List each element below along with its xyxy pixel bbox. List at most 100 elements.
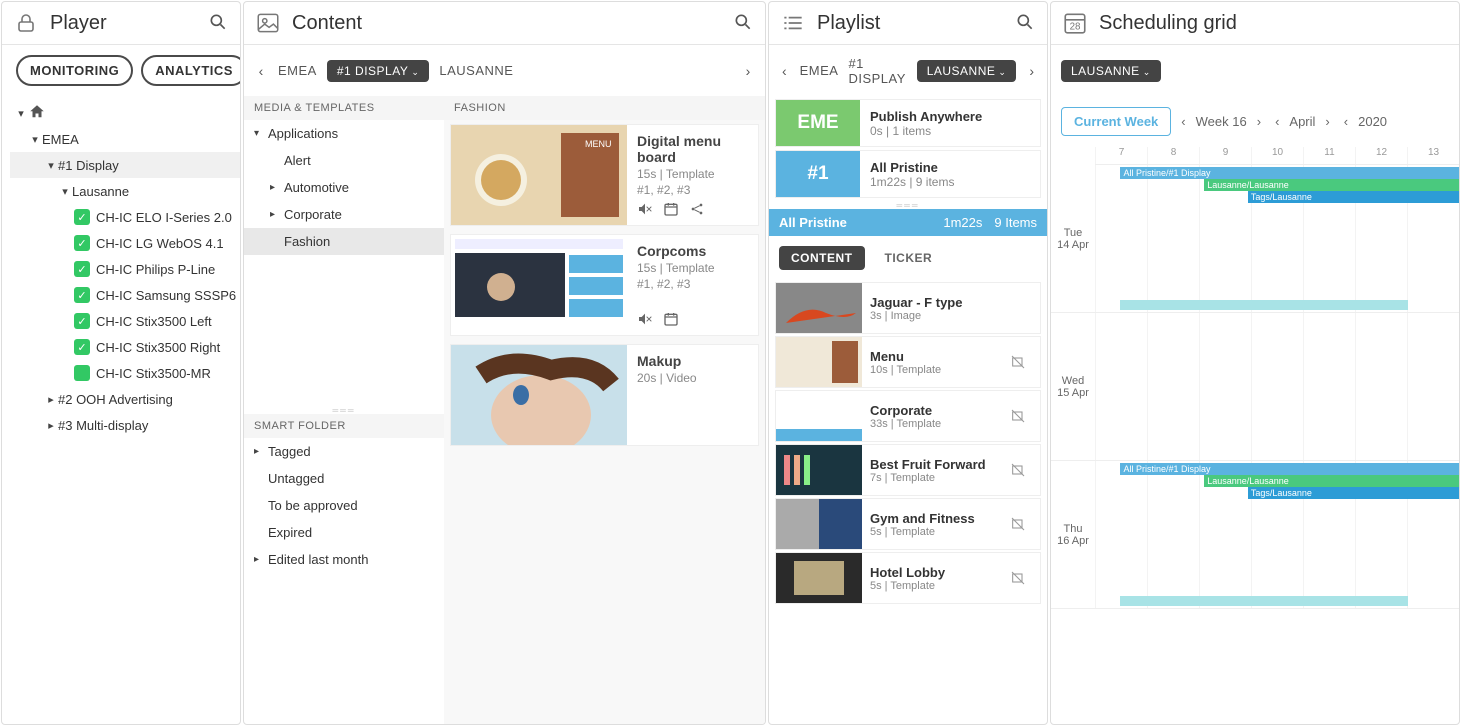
breadcrumb-item-active[interactable]: LAUSANNE⌄: [1061, 60, 1161, 82]
schedule-band[interactable]: Lausanne/Lausanne: [1204, 475, 1459, 487]
day-cells[interactable]: [1095, 313, 1459, 460]
chevron-left-icon[interactable]: ‹: [1271, 114, 1283, 129]
smart-tobeapproved[interactable]: To be approved: [244, 492, 444, 519]
tree-label: EMEA: [42, 132, 79, 147]
disabled-icon[interactable]: [1010, 354, 1040, 370]
analytics-button[interactable]: ANALYTICS: [141, 55, 241, 86]
monitoring-button[interactable]: MONITORING: [16, 55, 133, 86]
tab-content[interactable]: CONTENT: [779, 246, 865, 270]
chevron-left-icon[interactable]: ‹: [254, 63, 268, 79]
chevron-right-icon[interactable]: ›: [1253, 114, 1265, 129]
smart-untagged[interactable]: Untagged: [244, 465, 444, 492]
item-title: Best Fruit Forward: [870, 457, 1002, 472]
breadcrumb-item[interactable]: LAUSANNE: [439, 63, 513, 78]
media-card[interactable]: Corpcoms 15s | Template #1, #2, #3: [450, 234, 759, 336]
thumbnail: [776, 283, 862, 333]
resize-handle-icon[interactable]: ═══: [769, 201, 1047, 209]
search-icon[interactable]: [208, 12, 230, 34]
playlist-card[interactable]: #1 All Pristine1m22s | 9 items: [775, 150, 1041, 198]
tree-node-display1[interactable]: ▾ #1 Display: [10, 152, 240, 178]
tree-node-display2[interactable]: ▸ #2 OOH Advertising: [10, 386, 240, 412]
chevron-left-icon[interactable]: ‹: [779, 63, 790, 79]
folder-corporate[interactable]: ▸Corporate: [244, 201, 444, 228]
schedule-band[interactable]: All Pristine/#1 Display: [1120, 167, 1459, 179]
playlist-item[interactable]: Hotel Lobby5s | Template: [775, 552, 1041, 604]
current-week-button[interactable]: Current Week: [1061, 107, 1171, 136]
playlist-item[interactable]: Corporate33s | Template: [775, 390, 1041, 442]
breadcrumb-item[interactable]: EMEA: [278, 63, 317, 78]
breadcrumb-item[interactable]: #1 DISPLAY: [848, 56, 906, 86]
tree-device[interactable]: ✓CH-IC Stix3500 Left: [10, 308, 240, 334]
smart-expired[interactable]: Expired: [244, 519, 444, 546]
month-nav: ‹ April ›: [1271, 114, 1334, 129]
chevron-down-icon[interactable]: ▾: [28, 133, 42, 146]
tree-device[interactable]: CH-IC Stix3500-MR: [10, 360, 240, 386]
folder-automotive[interactable]: ▸Automotive: [244, 174, 444, 201]
chevron-down-icon[interactable]: ▾: [44, 159, 58, 172]
chevron-right-icon[interactable]: ▸: [254, 554, 259, 565]
tab-ticker[interactable]: TICKER: [873, 246, 945, 270]
chevron-right-icon[interactable]: ▸: [254, 446, 259, 457]
chevron-right-icon[interactable]: ›: [1321, 114, 1333, 129]
disabled-icon[interactable]: [1010, 408, 1040, 424]
schedule-band[interactable]: All Pristine/#1 Display: [1120, 463, 1459, 475]
playlist-item[interactable]: Jaguar - F type3s | Image: [775, 282, 1041, 334]
schedule-band[interactable]: Tags/Lausanne: [1248, 191, 1459, 203]
thumbnail: [451, 345, 627, 445]
resize-handle-icon[interactable]: ═══: [244, 406, 444, 414]
breadcrumb-item[interactable]: EMEA: [800, 63, 839, 78]
day-cells[interactable]: All Pristine/#1 Display Lausanne/Lausann…: [1095, 461, 1459, 608]
chevron-left-icon[interactable]: ‹: [1340, 114, 1352, 129]
card-meta: 20s | Video: [637, 371, 748, 385]
smart-edited[interactable]: ▸Edited last month: [244, 546, 444, 573]
chevron-left-icon[interactable]: ‹: [1177, 114, 1189, 129]
smart-folder-list: ▸Tagged Untagged To be approved Expired …: [244, 438, 444, 724]
tree-node-lausanne[interactable]: ▾ Lausanne: [10, 178, 240, 204]
media-card[interactable]: MENU Digital menu board 15s | Template #…: [450, 124, 759, 226]
tree-device[interactable]: ✓CH-IC Philips P-Line: [10, 256, 240, 282]
chevron-right-icon[interactable]: ▸: [270, 182, 275, 193]
tree-node-emea[interactable]: ▾ EMEA: [10, 126, 240, 152]
chevron-right-icon[interactable]: ›: [1026, 63, 1037, 79]
tree-device[interactable]: ✓CH-IC Samsung SSSP6: [10, 282, 240, 308]
svg-text:MENU: MENU: [585, 139, 612, 149]
check-icon: ✓: [74, 235, 90, 251]
chevron-right-icon[interactable]: ›: [741, 63, 755, 79]
schedule-band[interactable]: Tags/Lausanne: [1248, 487, 1459, 499]
chevron-down-icon[interactable]: ▾: [254, 128, 259, 139]
search-icon[interactable]: [733, 12, 755, 34]
playlist-item[interactable]: Best Fruit Forward7s | Template: [775, 444, 1041, 496]
tree-label: CH-IC Stix3500 Right: [96, 340, 220, 355]
chevron-down-icon[interactable]: ▾: [14, 107, 28, 120]
player-tree: ▾ ▾ EMEA ▾ #1 Display ▾ Lausanne ✓CH-IC …: [2, 96, 240, 438]
smart-tagged[interactable]: ▸Tagged: [244, 438, 444, 465]
disabled-icon[interactable]: [1010, 462, 1040, 478]
disabled-icon[interactable]: [1010, 516, 1040, 532]
chevron-right-icon[interactable]: ▸: [44, 419, 58, 432]
tree-device[interactable]: ✓CH-IC ELO I-Series 2.0: [10, 204, 240, 230]
folder-applications[interactable]: ▾Applications: [244, 120, 444, 147]
tree-root[interactable]: ▾: [10, 100, 240, 126]
chevron-down-icon[interactable]: ▾: [58, 185, 72, 198]
grid-title: Scheduling grid: [1099, 12, 1449, 35]
playlist-item[interactable]: Gym and Fitness5s | Template: [775, 498, 1041, 550]
breadcrumb-item-active[interactable]: #1 DISPLAY⌄: [327, 60, 430, 82]
folder-alert[interactable]: Alert: [244, 147, 444, 174]
chevron-right-icon[interactable]: ▸: [270, 209, 275, 220]
playlist-card[interactable]: EME Publish Anywhere0s | 1 items: [775, 99, 1041, 147]
tree-device[interactable]: ✓CH-IC Stix3500 Right: [10, 334, 240, 360]
schedule-band[interactable]: Lausanne/Lausanne: [1204, 179, 1459, 191]
day-cells[interactable]: All Pristine/#1 Display Lausanne/Lausann…: [1095, 165, 1459, 312]
media-card[interactable]: Makup 20s | Video: [450, 344, 759, 446]
search-icon[interactable]: [1015, 12, 1037, 34]
folder-fashion[interactable]: Fashion: [244, 228, 444, 255]
tree-device[interactable]: ✓CH-IC LG WebOS 4.1: [10, 230, 240, 256]
chevron-right-icon[interactable]: ▸: [44, 393, 58, 406]
playlist-item[interactable]: Menu10s | Template: [775, 336, 1041, 388]
breadcrumb-item-active[interactable]: LAUSANNE⌄: [917, 60, 1017, 82]
schedule-band[interactable]: [1120, 596, 1408, 606]
disabled-icon[interactable]: [1010, 570, 1040, 586]
schedule-band[interactable]: [1120, 300, 1408, 310]
day-label: Wed15 Apr: [1051, 313, 1095, 460]
tree-node-display3[interactable]: ▸ #3 Multi-display: [10, 412, 240, 438]
